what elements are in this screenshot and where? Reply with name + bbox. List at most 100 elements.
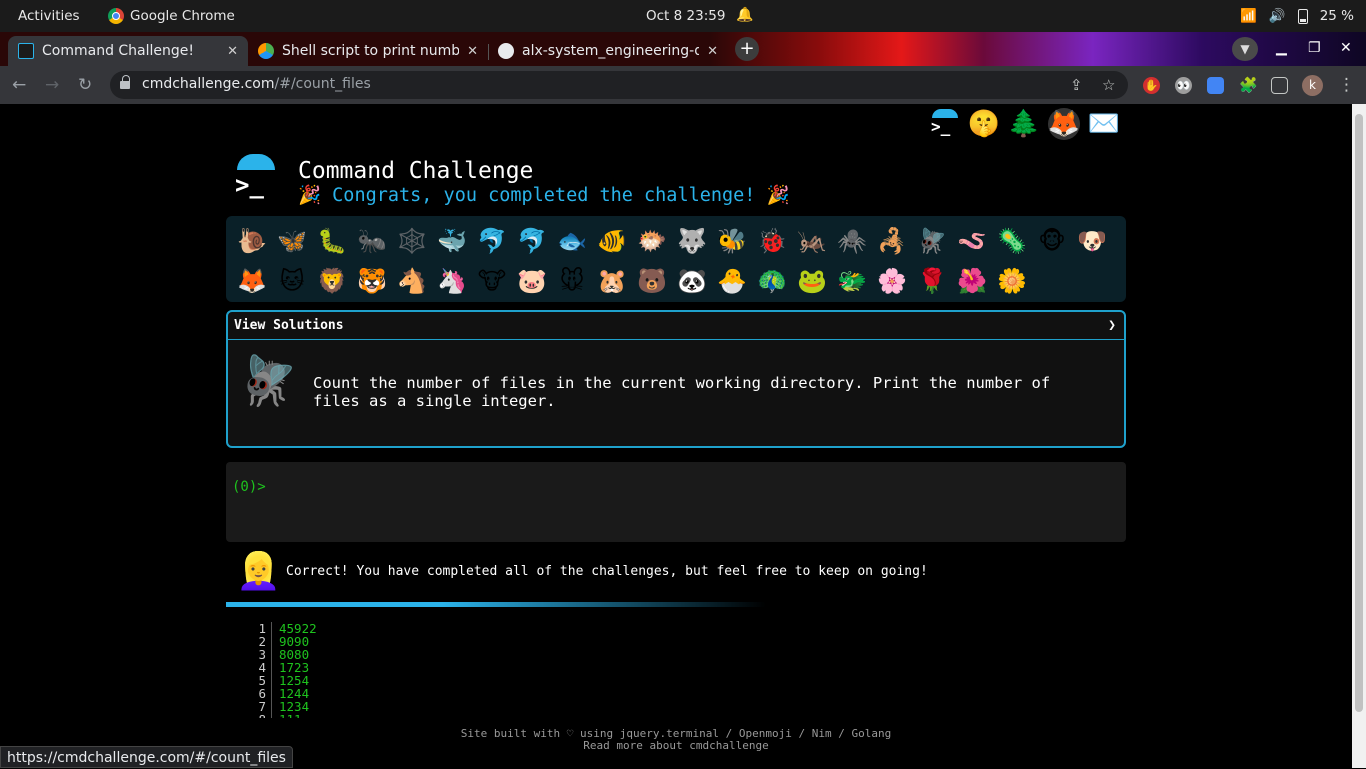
scrollbar-thumb[interactable] — [1355, 114, 1363, 712]
challenge-emoji-icon[interactable]: 🦊 — [232, 262, 272, 302]
view-solutions-label: View Solutions — [234, 318, 344, 333]
challenge-emoji-icon[interactable]: 🐮 — [472, 262, 512, 302]
view-solutions-header[interactable]: View Solutions ❯ — [228, 312, 1124, 340]
tab-shell-script[interactable]: Shell script to print numb ✕ — [248, 36, 488, 66]
activities-button[interactable]: Activities — [18, 8, 80, 24]
woman-blond-hair-icon: 👱‍♀️ — [236, 551, 281, 592]
tab-command-challenge[interactable]: Command Challenge! ✕ — [8, 36, 248, 66]
system-tray[interactable]: 📶 🔊 25 % — [1240, 8, 1354, 24]
challenge-emoji-icon[interactable]: 🐳 — [432, 222, 472, 262]
side-panel-icon[interactable] — [1271, 77, 1288, 94]
header-icon-links: >_ 🤫 🌲 🦊 ✉️ — [928, 108, 1120, 140]
new-tab-button[interactable]: + — [735, 37, 759, 61]
challenge-emoji-icon[interactable]: 🌼 — [992, 262, 1032, 302]
tab-title: alx-system_engineering-d — [522, 43, 700, 59]
challenge-emoji-icon[interactable]: 🐣 — [712, 262, 752, 302]
extensions-puzzle-icon[interactable]: 🧩 — [1239, 77, 1258, 94]
page-scrollbar[interactable] — [1352, 104, 1366, 768]
challenge-emoji-icon[interactable]: 🐼 — [672, 262, 712, 302]
challenge-emoji-icon[interactable]: 🐬 — [472, 222, 512, 262]
challenge-emoji-icon[interactable]: 🐠 — [592, 222, 632, 262]
close-window-icon[interactable]: ✕ — [1340, 40, 1352, 56]
challenge-emoji-icon[interactable]: 🐯 — [352, 262, 392, 302]
close-tab-icon[interactable]: ✕ — [707, 44, 718, 59]
challenge-emoji-icon[interactable]: 🐺 — [672, 222, 712, 262]
tab-alx-system-engineering[interactable]: alx-system_engineering-d ✕ — [488, 36, 728, 66]
clock[interactable]: Oct 8 23:59 — [646, 8, 725, 24]
menu-kebab-icon[interactable]: ⋮ — [1338, 75, 1355, 95]
terminal-prompt: (0)> — [232, 479, 266, 495]
challenge-emoji-icon[interactable]: 🦁 — [312, 262, 352, 302]
chrome-icon — [108, 8, 124, 24]
gitlab-fox-icon[interactable]: 🦊 — [1048, 108, 1080, 140]
challenge-emoji-icon[interactable]: 🐌 — [232, 222, 272, 262]
progress-bar — [226, 602, 766, 607]
challenge-emoji-icon[interactable]: 🌺 — [952, 262, 992, 302]
reload-icon[interactable]: ↻ — [78, 75, 92, 95]
bookmark-star-icon[interactable]: ☆ — [1102, 76, 1115, 94]
wifi-icon: 📶 — [1240, 8, 1257, 24]
tab-strip: Command Challenge! ✕ Shell script to pri… — [0, 32, 1366, 66]
challenge-emoji-icon[interactable]: 🐜 — [352, 222, 392, 262]
challenge-emoji-icon[interactable]: 🐵 — [1032, 222, 1072, 262]
tab-search-button[interactable]: ▼ — [1232, 37, 1258, 61]
terminal[interactable]: (0)> — [226, 462, 1126, 542]
footer: Site built with ♡ using jquery.terminal … — [226, 728, 1126, 752]
challenge-emoji-icon[interactable]: 🪱 — [952, 222, 992, 262]
challenge-emoji-icon[interactable]: 🦋 — [272, 222, 312, 262]
challenge-emoji-icon[interactable]: 🐷 — [512, 262, 552, 302]
share-icon[interactable]: ⇪ — [1070, 76, 1083, 94]
forward-arrow-icon[interactable]: → — [45, 75, 59, 95]
score-rank: 8 — [252, 713, 272, 718]
read-more-link[interactable]: Read more about cmdchallenge — [226, 740, 1126, 752]
challenge-emoji-icon[interactable]: 🐞 — [752, 222, 792, 262]
challenge-emoji-icon[interactable]: 🦚 — [752, 262, 792, 302]
challenge-emoji-icon[interactable]: 🐲 — [832, 262, 872, 302]
extension-ghost-icon[interactable] — [1207, 77, 1224, 94]
extension-stop-icon[interactable]: ✋ — [1143, 77, 1160, 94]
volume-icon: 🔊 — [1268, 8, 1286, 24]
challenge-panel: View Solutions ❯ 🪰 Count the number of f… — [226, 310, 1126, 448]
challenge-emoji-icon[interactable]: 🐬 — [512, 222, 552, 262]
challenge-emoji-icon[interactable]: 🐟 — [552, 222, 592, 262]
profile-avatar[interactable]: k — [1302, 75, 1323, 96]
challenge-emoji-icon[interactable]: 🦂 — [872, 222, 912, 262]
cmdchallenge-logo-icon[interactable]: >_ — [928, 108, 960, 140]
challenge-emoji-icon[interactable]: 🐶 — [1072, 222, 1112, 262]
shushing-face-icon[interactable]: 🤫 — [968, 108, 1000, 140]
challenge-emoji-icon[interactable]: 🕸️ — [392, 222, 432, 262]
challenge-emoji-icon[interactable]: 🐻 — [632, 262, 672, 302]
challenge-emoji-icon[interactable]: 🌹 — [912, 262, 952, 302]
challenge-emoji-icon[interactable]: 🦠 — [992, 222, 1032, 262]
app-menu[interactable]: Google Chrome — [108, 8, 235, 24]
envelope-icon[interactable]: ✉️ — [1088, 108, 1120, 140]
challenge-emoji-icon[interactable]: 🐱 — [272, 262, 312, 302]
challenge-emoji-icon[interactable]: 🦗 — [792, 222, 832, 262]
challenge-emoji-icon[interactable]: 🐭 — [552, 262, 592, 302]
close-tab-icon[interactable]: ✕ — [227, 44, 238, 59]
challenge-emoji-icon[interactable]: 🐡 — [632, 222, 672, 262]
site-favicon-icon — [258, 43, 274, 59]
maximize-icon[interactable]: ❐ — [1308, 40, 1321, 56]
challenge-emoji-icon[interactable]: 🐛 — [312, 222, 352, 262]
challenge-emoji-icon[interactable]: 🪰 — [912, 222, 952, 262]
close-tab-icon[interactable]: ✕ — [467, 44, 478, 59]
back-arrow-icon[interactable]: ← — [12, 75, 26, 95]
address-bar[interactable]: cmdchallenge.com/#/count_files ⇪ ☆ — [110, 71, 1128, 99]
notification-bell-icon: 🔔 — [736, 7, 754, 23]
page-content: >_ 🤫 🌲 🦊 ✉️ >_ Command Challenge 🎉 Congr… — [0, 104, 1352, 768]
site-logo: >_ — [233, 154, 277, 199]
challenge-emoji-icon[interactable]: 🦄 — [432, 262, 472, 302]
lock-icon[interactable] — [120, 75, 130, 90]
system-top-bar: Activities Google Chrome Oct 8 23:59 🔔 📶… — [0, 0, 1366, 32]
challenge-emoji-icon[interactable]: 🐸 — [792, 262, 832, 302]
minimize-icon[interactable]: ▁ — [1276, 40, 1287, 56]
terminal-favicon-icon — [18, 43, 34, 59]
challenge-emoji-icon[interactable]: 🐴 — [392, 262, 432, 302]
challenge-emoji-icon[interactable]: 🐝 — [712, 222, 752, 262]
evergreen-tree-icon[interactable]: 🌲 — [1008, 108, 1040, 140]
challenge-emoji-icon[interactable]: 🕷️ — [832, 222, 872, 262]
challenge-emoji-icon[interactable]: 🌸 — [872, 262, 912, 302]
challenge-emoji-icon[interactable]: 🐹 — [592, 262, 632, 302]
extension-eyes-icon[interactable]: 👀 — [1175, 77, 1192, 94]
